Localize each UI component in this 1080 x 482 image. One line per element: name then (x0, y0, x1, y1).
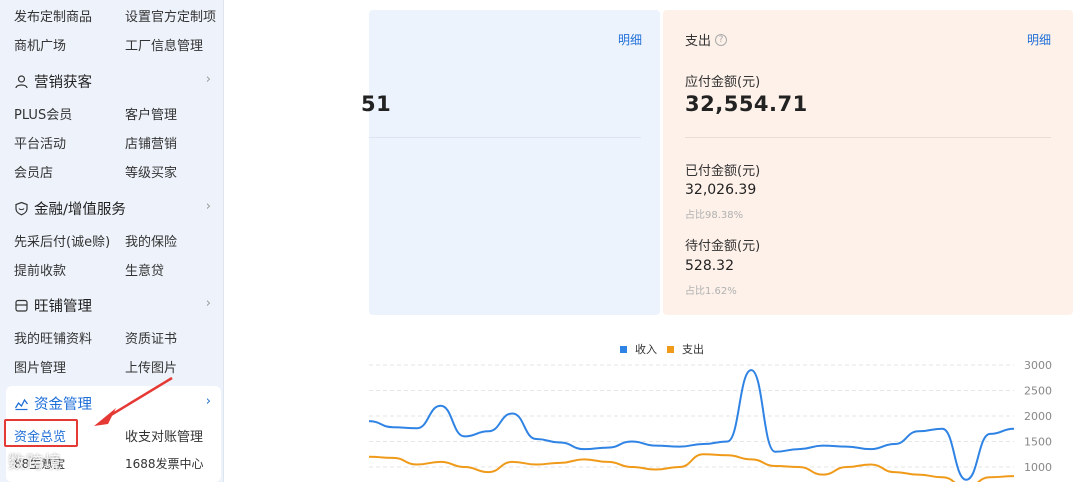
pending-value: 528.32 (685, 258, 734, 274)
chart-icon (14, 396, 29, 411)
income-card: 明细 51 (361, 10, 660, 315)
sidebar-link-plus-member[interactable]: PLUS会员 (14, 104, 72, 123)
sidebar-section-title: 旺铺管理 (34, 299, 92, 315)
y-tick-label: 1500 (1024, 436, 1052, 449)
annotation-arrow-icon (94, 376, 173, 426)
payable-label: 应付金额(元) (685, 75, 761, 90)
sidebar-section-title: 营销获客 (34, 75, 92, 91)
sidebar-link-customer-mgmt[interactable]: 客户管理 (125, 104, 177, 123)
sidebar-link-member-store[interactable]: 会员店 (14, 162, 53, 181)
chevron-right-icon[interactable]: › (206, 296, 211, 311)
y-tick-label: 1000 (1024, 461, 1052, 474)
paid-value: 32,026.39 (685, 182, 757, 198)
sidebar-link-level-buyer[interactable]: 等级买家 (125, 162, 177, 181)
sidebar-link-platform-activity[interactable]: 平台活动 (14, 133, 66, 152)
pending-label: 待付金额(元) (685, 239, 761, 254)
sidebar-link-early-collection[interactable]: 提前收款 (14, 260, 66, 279)
shield-icon (14, 201, 29, 216)
expense-detail-link[interactable]: 明细 (1027, 31, 1051, 48)
sidebar-link-business-loan[interactable]: 生意贷 (125, 260, 164, 279)
paid-ratio: 占比98.38% (685, 210, 744, 221)
sidebar-link-invoice-center[interactable]: 1688发票中心 (125, 455, 204, 472)
sidebar-section-store[interactable]: 旺铺管理 (14, 295, 92, 316)
income-divider (369, 137, 641, 138)
series-line-expense (369, 453, 1015, 482)
y-tick-label: 2500 (1024, 385, 1052, 398)
expense-title-text: 支出 (685, 34, 712, 49)
expense-divider (685, 137, 1051, 138)
sidebar-section-marketing[interactable]: 营销获客 (14, 71, 92, 92)
sidebar-link-my-insurance[interactable]: 我的保险 (125, 231, 177, 250)
chevron-right-icon[interactable]: › (206, 72, 211, 87)
sidebar-link-qualification[interactable]: 资质证书 (125, 328, 177, 347)
chevron-right-icon[interactable]: › (206, 199, 211, 214)
y-tick-label: 3000 (1024, 359, 1052, 372)
income-detail-link[interactable]: 明细 (618, 31, 642, 48)
y-tick-label: 2000 (1024, 410, 1052, 423)
series-line-income (369, 369, 1015, 481)
chevron-right-icon[interactable]: › (206, 394, 211, 409)
help-icon[interactable]: ? (715, 33, 728, 46)
sidebar-link-opportunity-square[interactable]: 商机广场 (14, 35, 66, 54)
sidebar-link-factory-info[interactable]: 工厂信息管理 (125, 35, 203, 54)
income-expense-line-chart: 3000 2500 2000 1500 1000 (369, 359, 1052, 482)
expense-card: 支出 ? 明细 应付金额(元) 32,554.71 已付金额(元) 32,026… (663, 10, 1073, 315)
sidebar-link-pay-later[interactable]: 先采后付(诚e赊) (14, 231, 110, 250)
watermark: 数跨境 (8, 453, 62, 473)
sidebar-link-official-custom[interactable]: 设置官方定制项 (125, 6, 216, 25)
store-icon (14, 298, 29, 313)
sidebar: 发布定制商品 设置官方定制项 商机广场 工厂信息管理 营销获客 › PLUS会员… (0, 0, 224, 482)
expense-title: 支出 ? (685, 30, 728, 49)
sidebar-link-image-mgmt[interactable]: 图片管理 (14, 357, 66, 376)
sidebar-link-my-store-info[interactable]: 我的旺铺资料 (14, 328, 92, 347)
sidebar-section-title: 金融/增值服务 (34, 202, 126, 218)
income-amount: 51 (361, 92, 392, 116)
sidebar-section-finance[interactable]: 金融/增值服务 (14, 198, 126, 219)
highlight-box (4, 419, 78, 447)
sidebar-link-store-marketing[interactable]: 店铺营销 (125, 133, 177, 152)
paid-label: 已付金额(元) (685, 164, 761, 179)
user-icon (14, 74, 29, 89)
payable-value: 32,554.71 (685, 92, 808, 116)
pending-ratio: 占比1.62% (685, 286, 737, 297)
content-gap (225, 0, 369, 482)
sidebar-link-publish-custom[interactable]: 发布定制商品 (14, 6, 92, 25)
